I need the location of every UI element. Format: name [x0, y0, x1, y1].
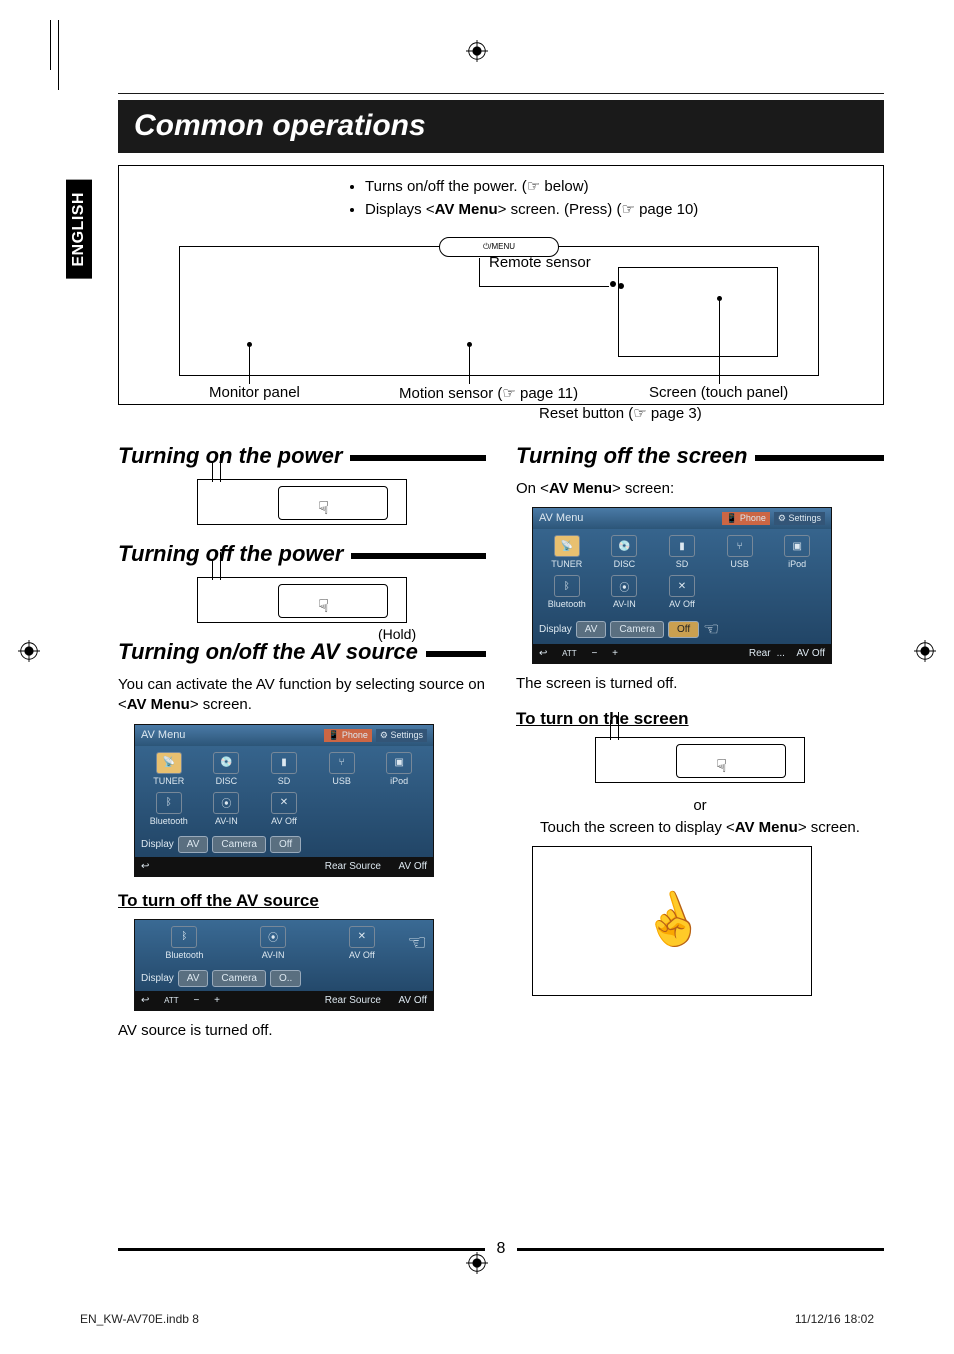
ipod-icon: ▣ — [386, 752, 412, 774]
right-column: Turning off the screen On <AV Menu> scre… — [516, 427, 884, 1049]
left-column: Turning on the power ☟ Turning off the p… — [118, 427, 486, 1049]
avoff-icon: ✕ — [349, 926, 375, 948]
screen-off-result: The screen is turned off. — [516, 674, 884, 694]
registration-mark-right — [914, 640, 936, 662]
source-ipod: ▣iPod — [371, 750, 427, 788]
usb-icon: ⑂ — [329, 752, 355, 774]
heading-turning-off-screen: Turning off the screen — [516, 443, 884, 469]
heading-turn-on-screen: To turn on the screen — [516, 709, 884, 729]
avin-icon: ⦿ — [213, 792, 239, 814]
display-off: Off — [270, 836, 301, 853]
source-grid: 📡TUNER 💿DISC ▮SD ⑂USB ▣iPod ᛒBluetooth ⦿… — [135, 746, 433, 832]
device-diagram: Turns on/off the power. (☞ below) Displa… — [118, 165, 884, 405]
bluetooth-icon: ᛒ — [171, 926, 197, 948]
disc-icon: 💿 — [213, 752, 239, 774]
page-content: ENGLISH Common operations Turns on/off t… — [70, 100, 884, 1254]
motion-sensor-label: Motion sensor (☞ page 11) — [399, 384, 578, 403]
screenshot-title: AV Menu — [141, 729, 185, 742]
remote-sensor-dot — [610, 281, 616, 287]
source-avoff: ✕AV Off — [256, 790, 312, 828]
section-heading: Common operations — [118, 100, 884, 153]
av-off-result: AV source is turned off. — [118, 1021, 486, 1041]
minus-icon: − — [193, 995, 199, 1006]
sd-icon: ▮ — [271, 752, 297, 774]
registration-mark-left — [18, 640, 40, 662]
settings-chip: ⚙ Settings — [376, 729, 427, 742]
heading-turning-on-power: Turning on the power — [118, 443, 486, 469]
display-av: AV — [178, 836, 209, 853]
page-number: 8 — [497, 1240, 506, 1258]
display-off-screenshot: AV Menu 📱 Phone ⚙ Settings 📡TUNER 💿DISC … — [532, 507, 832, 664]
screen-on-sketch: ☟ — [595, 737, 805, 783]
page-number-bar: 8 — [118, 1240, 884, 1258]
note-power-toggle: Turns on/off the power. (☞ below) — [365, 176, 698, 199]
plus-icon: + — [214, 995, 220, 1006]
touch-screen-text: Touch the screen to display <AV Menu> sc… — [516, 818, 884, 838]
monitor-panel-label: Monitor panel — [209, 384, 300, 401]
screenshot-bottom-bar: ↩ Rear Source AV Off — [135, 857, 433, 876]
finger-icon: ☟ — [318, 498, 329, 519]
screen-touch-label: Screen (touch panel) — [649, 384, 788, 401]
back-icon: ↩ — [141, 861, 149, 872]
finger-icon: ☜ — [407, 930, 427, 956]
back-icon: ↩ — [141, 995, 149, 1006]
source-disc: 💿DISC — [199, 750, 255, 788]
heading-turn-off-av: To turn off the AV source — [118, 891, 486, 911]
hold-label: (Hold) — [378, 626, 416, 642]
touch-screen-sketch: ☝ — [532, 846, 812, 996]
source-avoff: ✕AV Off — [319, 924, 406, 962]
finger-icon: ☟ — [716, 756, 727, 777]
heading-av-source: Turning on/off the AV source — [118, 639, 486, 665]
registration-mark-top — [466, 40, 488, 62]
source-tuner: 📡TUNER — [141, 750, 197, 788]
att-label: ATT — [164, 996, 179, 1005]
heading-turning-off-power: Turning off the power — [118, 541, 486, 567]
footer-filename: EN_KW-AV70E.indb 8 — [80, 1312, 199, 1326]
power-button-notes: Turns on/off the power. (☞ below) Displa… — [349, 176, 698, 221]
or-label: or — [516, 797, 884, 814]
power-off-sketch: ☟ (Hold) — [197, 577, 407, 623]
display-camera: Camera — [212, 836, 266, 853]
trim-line — [58, 20, 59, 90]
reset-button-dot — [618, 283, 624, 289]
source-avin: ⦿AV-IN — [199, 790, 255, 828]
source-bluetooth: ᛒBluetooth — [141, 924, 228, 962]
footer-timestamp: 11/12/16 18:02 — [795, 1312, 874, 1326]
source-bluetooth: ᛒBluetooth — [141, 790, 197, 828]
source-sd: ▮SD — [256, 750, 312, 788]
reset-button-label: Reset button (☞ page 3) — [539, 404, 702, 423]
phone-chip: 📱 Phone — [324, 729, 372, 742]
trim-line — [50, 20, 51, 70]
display-off-selected: Off — [668, 621, 699, 638]
on-av-menu-text: On <AV Menu> screen: — [516, 479, 884, 499]
finger-icon: ☟ — [318, 596, 329, 617]
note-av-menu: Displays <AV Menu> screen. (Press) (☞ pa… — [365, 199, 698, 222]
display-row: Display AV Camera Off — [135, 832, 433, 857]
bluetooth-icon: ᛒ — [156, 792, 182, 814]
av-off-screenshot: ᛒBluetooth ⦿AV-IN ✕AV Off ☜ Display AV C… — [134, 919, 434, 1011]
avin-icon: ⦿ — [260, 926, 286, 948]
language-tab: ENGLISH — [66, 180, 92, 279]
remote-sensor-label: Remote sensor — [489, 254, 591, 271]
avoff-icon: ✕ — [271, 792, 297, 814]
print-footer: EN_KW-AV70E.indb 8 11/12/16 18:02 — [80, 1312, 874, 1326]
tuner-icon: 📡 — [156, 752, 182, 774]
source-usb: ⑂USB — [314, 750, 370, 788]
av-intro-text: You can activate the AV function by sele… — [118, 675, 486, 716]
av-menu-screenshot: AV Menu 📱 Phone ⚙ Settings 📡TUNER 💿DISC … — [134, 724, 434, 877]
rear-source-button: Rear Source — [325, 861, 381, 872]
finger-icon: ☜ — [703, 619, 719, 640]
hand-icon: ☝ — [633, 882, 712, 959]
power-on-sketch: ☟ — [197, 479, 407, 525]
screenshot-titlebar: AV Menu 📱 Phone ⚙ Settings — [135, 725, 433, 746]
touch-screen-outline — [618, 267, 778, 357]
av-off-button: AV Off — [398, 861, 427, 872]
source-avin: ⦿AV-IN — [230, 924, 317, 962]
